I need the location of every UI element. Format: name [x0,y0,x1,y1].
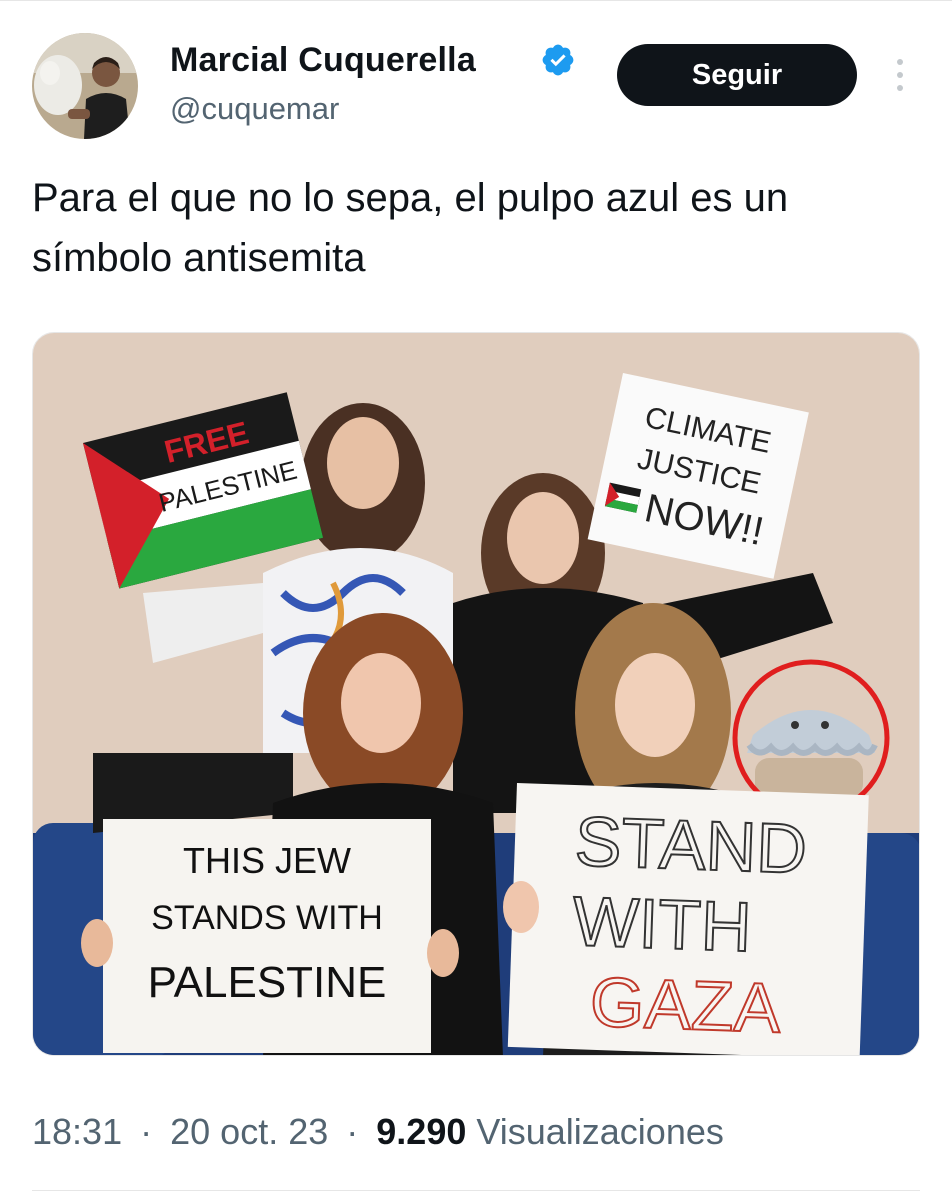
tweet-meta: 18:31 · 20 oct. 23 · 9.290 Visualizacion… [32,1110,724,1154]
sign-jew-line1: THIS JEW [183,840,351,881]
sign-gaza-line3: GAZA [589,963,783,1048]
views-count: 9.290 [376,1111,467,1152]
views-label: Visualizaciones [476,1111,724,1152]
author-handle[interactable]: @cuquemar [170,90,339,128]
meta-separator: · [346,1111,359,1152]
tweet-photo[interactable]: FREE PALESTINE CLIMATE JUSTICE NOW!! THI [32,332,920,1056]
sign-jew-line3: PALESTINE [148,958,387,1007]
author-avatar[interactable] [32,33,138,139]
sign-gaza-line2: WITH [571,882,752,966]
bottom-divider [32,1190,920,1191]
more-vertical-icon[interactable] [884,52,916,98]
more-dot [897,85,903,91]
meta-separator: · [140,1111,153,1152]
tweet-date[interactable]: 20 oct. 23 [170,1111,328,1152]
sign-stand-with-gaza: STAND WITH GAZA [507,783,869,1055]
sign-jew-line2: STANDS WITH [151,899,383,937]
sign-this-jew: THIS JEW STANDS WITH PALESTINE [103,819,431,1053]
tweet-text: Para el que no lo sepa, el pulpo azul es… [32,176,789,280]
author-display-name[interactable]: Marcial Cuquerella [170,40,476,80]
more-dot [897,59,903,65]
avatar-image [32,33,138,139]
top-divider [0,0,952,1]
sign-gaza-line1: STAND [574,802,809,888]
tweet-time[interactable]: 18:31 [32,1111,122,1152]
follow-button[interactable]: Seguir [617,44,857,106]
more-dot [897,72,903,78]
photo-illustration: FREE PALESTINE CLIMATE JUSTICE NOW!! THI [33,333,919,1055]
verified-badge-icon [542,44,574,76]
